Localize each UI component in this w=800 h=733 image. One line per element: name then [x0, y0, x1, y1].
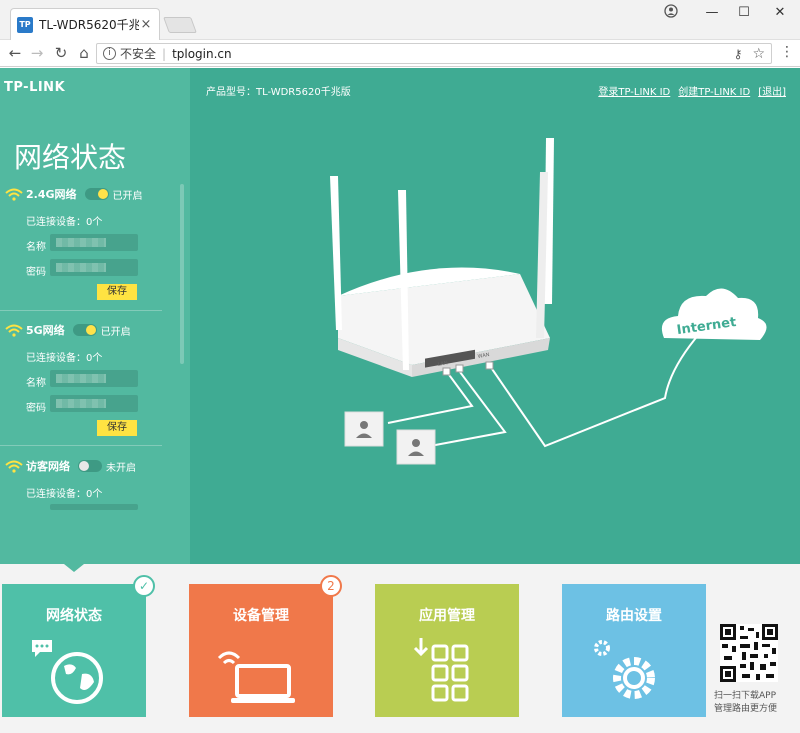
wifi-icon — [5, 188, 23, 201]
password-label: 密码 — [26, 267, 46, 278]
url-separator: | — [162, 46, 167, 61]
divider — [0, 445, 162, 446]
device-icon-2 — [396, 429, 436, 465]
ssid-input[interactable] — [50, 370, 138, 387]
menu-icon[interactable]: ⋮ — [780, 44, 794, 60]
sidebar: TP-LINK 网络状态 2.4G网络 已开启 已连接设备：0个 名称 密码 保… — [0, 68, 190, 564]
key-icon[interactable]: ⚷ — [734, 47, 743, 61]
wifi-24g-toggle[interactable] — [84, 188, 109, 200]
qr-code — [720, 624, 778, 682]
sidebar-scrollbar[interactable] — [180, 184, 184, 364]
home-icon[interactable]: ⌂ — [73, 43, 95, 63]
password-input[interactable] — [50, 395, 138, 412]
tile-label: 应用管理 — [419, 608, 475, 624]
check-icon: ✓ — [133, 575, 155, 597]
name-label: 名称 — [26, 242, 46, 253]
router-admin-page: TP-LINK 网络状态 2.4G网络 已开启 已连接设备：0个 名称 密码 保… — [0, 68, 800, 733]
device-count-badge: 2 — [320, 575, 342, 597]
save-button[interactable]: 保存 — [97, 420, 137, 436]
internet-cloud-icon: Internet — [661, 288, 767, 340]
tile-label: 网络状态 — [46, 608, 102, 624]
browser-tab[interactable]: TP TL-WDR5620千兆版 × — [10, 8, 160, 40]
ssid-input[interactable] — [50, 234, 138, 251]
forward-icon[interactable]: → — [26, 43, 48, 63]
tab-title: TL-WDR5620千兆版 — [39, 18, 139, 32]
tile-router-settings[interactable]: 路由设置 — [562, 584, 706, 717]
close-window-button[interactable]: ✕ — [765, 4, 795, 22]
tab-close-icon[interactable]: × — [139, 17, 153, 32]
maximize-button[interactable]: ☐ — [729, 4, 759, 22]
address-bar[interactable]: i 不安全 | tplogin.cn ⚷ ☆ — [96, 43, 772, 64]
ssid-input[interactable] — [50, 504, 138, 510]
security-label: 不安全 — [120, 47, 157, 61]
password-label: 密码 — [26, 403, 46, 414]
connected-count: 已连接设备：0个 — [26, 489, 103, 500]
main-panel: 产品型号：TL-WDR5620千兆版 登录TP-LINK ID 创建TP-LIN… — [190, 68, 800, 564]
connected-count: 已连接设备：0个 — [26, 217, 103, 228]
favicon-icon: TP — [17, 16, 33, 33]
router-image: LAN WAN — [330, 138, 554, 377]
section-state: 已开启 — [100, 326, 131, 338]
info-icon[interactable]: i — [103, 47, 116, 60]
name-label: 名称 — [26, 378, 46, 389]
gear-icon — [594, 640, 655, 699]
wifi-icon — [5, 460, 23, 473]
apps-grid-icon — [413, 638, 469, 702]
bookmark-star-icon[interactable]: ☆ — [752, 46, 765, 62]
browser-titlebar: TP TL-WDR5620千兆版 × — ☐ ✕ — [0, 0, 800, 40]
section-name: 访客网络 — [26, 460, 70, 473]
divider — [0, 310, 162, 311]
qr-caption-2: 管理路由更方便 — [714, 704, 778, 714]
account-icon[interactable] — [656, 4, 686, 22]
wifi-5g-toggle[interactable] — [72, 324, 97, 336]
active-tab-notch — [64, 564, 84, 572]
new-tab-button[interactable] — [163, 17, 197, 33]
minimize-button[interactable]: — — [697, 4, 727, 22]
tile-label: 路由设置 — [606, 608, 662, 624]
wifi-icon — [5, 324, 23, 337]
tile-label: 设备管理 — [233, 608, 289, 624]
tile-app-management[interactable]: 应用管理 — [375, 584, 519, 717]
url-text[interactable]: tplogin.cn — [172, 47, 734, 61]
tile-device-management[interactable]: 设备管理 2 — [189, 575, 342, 717]
network-diagram: LAN WAN Internet — [330, 138, 767, 465]
device-icon-1 — [344, 411, 384, 447]
sidebar-title: 网络状态 — [14, 141, 127, 174]
back-icon[interactable]: ← — [4, 43, 26, 63]
section-state: 已开启 — [112, 190, 143, 202]
laptop-icon — [217, 651, 295, 703]
section-name: 2.4G网络 — [26, 188, 77, 201]
reload-icon[interactable]: ↻ — [50, 43, 72, 63]
save-button[interactable]: 保存 — [97, 284, 137, 300]
tp-link-logo: TP-LINK — [4, 80, 66, 95]
globe-icon — [32, 640, 103, 704]
section-name: 5G网络 — [26, 324, 65, 337]
qr-caption-1: 扫一扫下载APP — [714, 691, 777, 701]
password-input[interactable] — [50, 259, 138, 276]
tile-network-status[interactable]: 网络状态 ✓ — [2, 575, 155, 717]
guest-toggle[interactable] — [78, 460, 102, 472]
address-toolbar: ← → ↻ ⌂ i 不安全 | tplogin.cn ⚷ ☆ ⋮ — [0, 40, 800, 67]
connected-count: 已连接设备：0个 — [26, 353, 103, 364]
section-state: 未开启 — [106, 462, 136, 474]
